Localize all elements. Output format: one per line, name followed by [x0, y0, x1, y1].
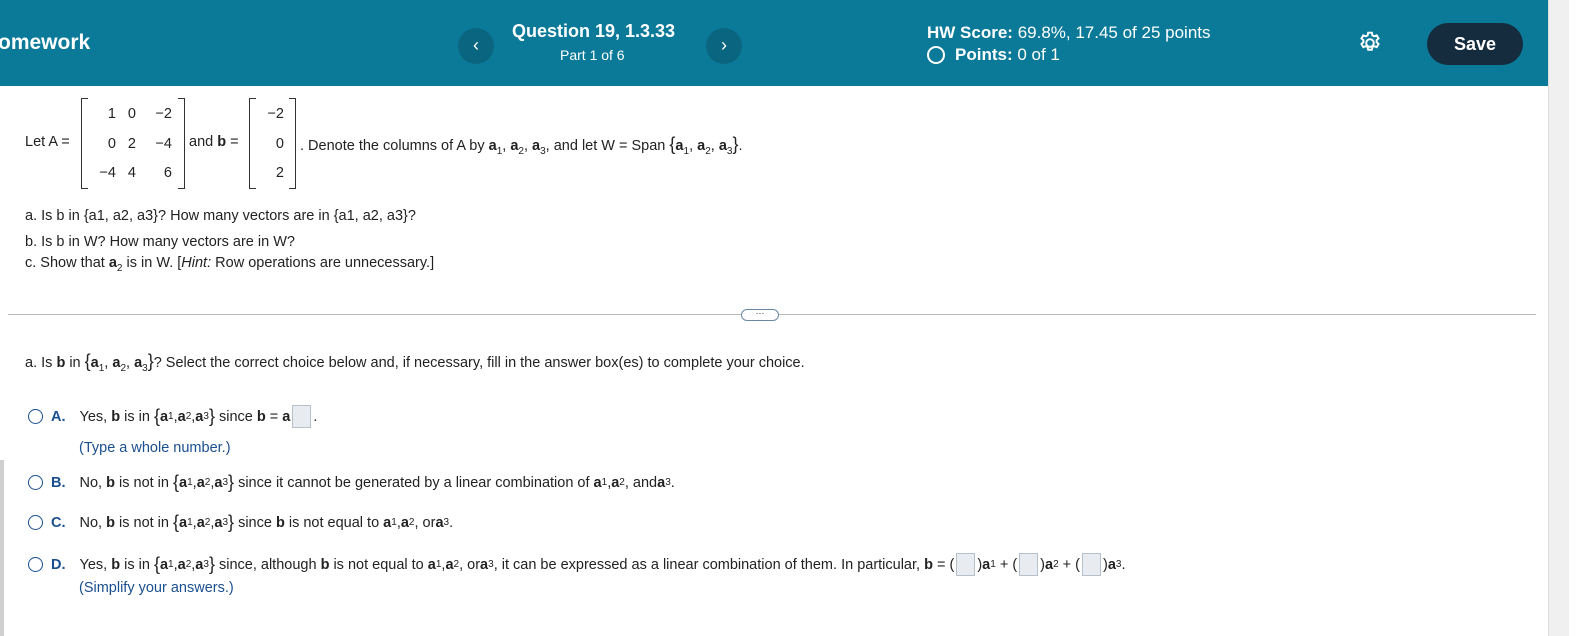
hw-score-label: HW Score: [927, 23, 1013, 42]
vector-cell: −2 [267, 106, 284, 122]
points-label: Points: [955, 45, 1013, 64]
chevron-left-icon: ‹ [473, 35, 479, 55]
top-bar: omework ‹ Question 19, 1.3.33 Part 1 of … [0, 0, 1548, 86]
course-title: omework [0, 31, 91, 54]
points-value: 0 of 1 [1012, 45, 1060, 64]
answer-box-d1[interactable] [956, 553, 976, 576]
next-question-button[interactable]: › [706, 28, 742, 64]
vector-b: −2 0 2 [249, 98, 296, 189]
part-a-text: a. Is b in {a1, a2, a3}? How many vector… [25, 208, 416, 224]
gear-icon[interactable] [1357, 30, 1383, 56]
let-a-label: Let A = [25, 134, 70, 150]
points-circle-icon [927, 46, 945, 64]
choice-d-radio[interactable] [28, 557, 43, 572]
and-b-label: and b = [189, 134, 239, 150]
answer-box-a[interactable] [292, 405, 312, 428]
panel-resize-handle[interactable] [0, 460, 4, 636]
denote-text: . Denote the columns of A by a1, a2, a3,… [300, 134, 743, 157]
hw-score-value: 69.8%, 17.45 of 25 points [1012, 23, 1211, 42]
part-b-text: b. Is b in W? How many vectors are in W? [25, 234, 295, 250]
matrix-a: 1 0 −2 0 2 −4 −4 4 6 [81, 98, 185, 189]
matrix-cell: 6 [163, 165, 172, 181]
scrollbar[interactable] [1548, 0, 1569, 636]
save-button[interactable]: Save [1427, 23, 1523, 65]
matrix-cell: 2 [127, 136, 136, 152]
answer-box-d3[interactable] [1082, 553, 1101, 576]
vector-cell: 2 [275, 165, 284, 181]
chevron-right-icon: › [721, 35, 727, 55]
question-title: Question 19, 1.3.33 [512, 21, 676, 41]
part-c-text: c. Show that a2 is in W. [Hint: Row oper… [25, 255, 435, 274]
matrix-cell: −2 [155, 106, 172, 122]
hw-score: HW Score: 69.8%, 17.45 of 25 points [927, 23, 1211, 43]
vector-cell: 0 [275, 136, 284, 152]
choice-a[interactable]: A. Yes, b is in {a 1, a2, a 3} since b = a… [28, 405, 317, 428]
question-part: Part 1 of 6 [560, 47, 625, 63]
choice-c-radio[interactable] [28, 515, 43, 530]
question-prompt: a. Is b in {a1, a2, a3}? Select the corr… [25, 351, 805, 374]
choice-b-radio[interactable] [28, 475, 43, 490]
matrix-cell: 0 [127, 106, 136, 122]
choice-c[interactable]: C. No, b is not in {a 1, a2, a 3} since b … [28, 512, 453, 533]
points: Points: 0 of 1 [927, 45, 1060, 65]
answer-box-d2[interactable] [1019, 553, 1039, 576]
choice-b[interactable]: B. No, b is not in {a 1, a2, a 3} since it… [28, 472, 675, 493]
expand-more-button[interactable]: ··· [741, 309, 779, 321]
matrix-cell: 4 [127, 165, 136, 181]
choice-a-radio[interactable] [28, 409, 43, 424]
choice-d-hint: (Simplify your answers.) [79, 580, 234, 596]
matrix-cell: −4 [155, 136, 172, 152]
choice-d[interactable]: D. Yes, b is in {a 1, a2, a 3} since, alth… [28, 553, 1126, 576]
previous-question-button[interactable]: ‹ [458, 28, 494, 64]
choice-a-hint: (Type a whole number.) [79, 440, 231, 456]
